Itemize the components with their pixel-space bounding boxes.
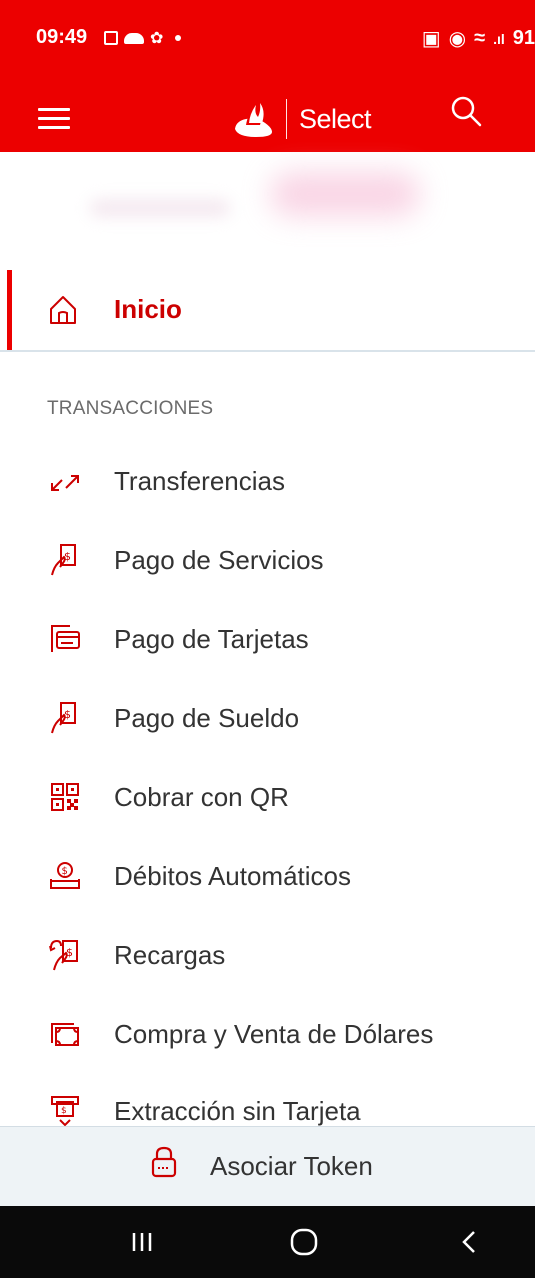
menu-item-label: Transferencias (114, 466, 285, 496)
hand-receipt-icon: $ (51, 544, 76, 576)
svg-text:$: $ (62, 866, 68, 877)
profile-detail-blurred (90, 200, 230, 216)
active-indicator (7, 270, 12, 350)
hamburger-menu-icon[interactable] (38, 108, 70, 130)
menu-item-cobrar-qr[interactable]: Cobrar con QR (0, 766, 535, 826)
lock-icon (151, 1146, 177, 1178)
system-icons: ▣ ◉ ≈ .ıl 91 (422, 26, 535, 51)
menu-item-label: Cobrar con QR (114, 782, 289, 812)
dot-icon (175, 35, 182, 41)
menu-item-label: Pago de Servicios (114, 545, 324, 575)
brand-divider (286, 99, 287, 139)
battery-percent: 91 (512, 27, 535, 49)
menu-item-label: Compra y Venta de Dólares (114, 1019, 434, 1049)
menu-item-label: Extracción sin Tarjeta (114, 1096, 361, 1126)
alarm-icon: ◉ (448, 28, 467, 50)
gallery-icon (104, 31, 118, 45)
menu-item-label: Débitos Automáticos (114, 861, 352, 891)
search-icon[interactable] (446, 92, 486, 132)
menu-item-label: Recargas (114, 940, 226, 970)
brand-name: Select (299, 103, 372, 134)
recharge-icon: $ (49, 939, 78, 971)
svg-text:$: $ (61, 1106, 67, 1116)
system-navigation-bar (0, 1206, 535, 1278)
asociar-token-button[interactable]: Asociar Token (0, 1126, 535, 1206)
menu-item-pago-servicios[interactable]: $ Pago de Servicios (0, 529, 535, 589)
fan-icon: ✿ (150, 30, 164, 47)
hand-receipt-icon: $ (51, 702, 76, 734)
menu-item-debitos-automaticos[interactable]: $ Débitos Automáticos (0, 845, 535, 905)
home-nav-icon[interactable] (286, 1224, 322, 1260)
atm-withdraw-icon: $ (51, 1096, 79, 1127)
recent-apps-icon[interactable] (124, 1224, 160, 1260)
menu-item-label: Pago de Sueldo (114, 703, 300, 733)
currency-exchange-icon (51, 1023, 79, 1046)
qr-code-icon (51, 783, 79, 811)
coin-tray-icon: $ (50, 862, 80, 889)
profile-name-blurred (270, 172, 420, 216)
notification-icons: ✿ (104, 28, 182, 48)
menu-item-label: Pago de Tarjetas (114, 624, 309, 654)
app-header: Select (0, 86, 535, 152)
card-payment-icon (51, 625, 80, 652)
lock-status-icon: ▣ (421, 28, 441, 50)
signal-icon: .ıl (493, 30, 505, 47)
back-icon[interactable] (452, 1224, 488, 1260)
cloud-icon (124, 32, 144, 44)
status-bar: 09:49 ✿ ▣ ◉ ≈ .ıl 91 (0, 0, 535, 86)
menu-item-inicio[interactable]: Inicio (0, 268, 535, 352)
inicio-label: Inicio (114, 294, 182, 324)
home-icon (50, 296, 76, 324)
asociar-token-label: Asociar Token (210, 1151, 373, 1181)
menu-item-pago-sueldo[interactable]: $ Pago de Sueldo (0, 687, 535, 747)
menu-item-recargas[interactable]: $ Recargas (0, 924, 535, 984)
section-title: TRANSACCIONES (47, 398, 214, 419)
wifi-icon: ≈ (474, 27, 486, 49)
santander-flame-icon (235, 103, 272, 137)
menu-item-pago-tarjetas[interactable]: Pago de Tarjetas (0, 608, 535, 668)
menu-item-compra-venta-dolares[interactable]: Compra y Venta de Dólares (0, 1003, 535, 1063)
brand-logo: Select (232, 96, 372, 142)
transfer-arrows-icon (51, 475, 79, 491)
menu-item-transferencias[interactable]: Transferencias (0, 450, 535, 510)
profile-area (0, 152, 535, 252)
status-time: 09:49 (36, 26, 88, 48)
